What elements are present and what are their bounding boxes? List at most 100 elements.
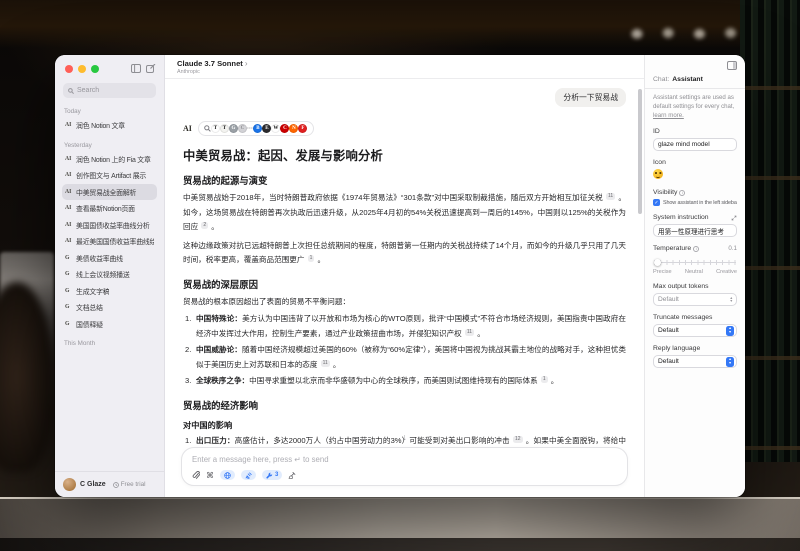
citation-badge[interactable]: 12 (513, 436, 523, 443)
toggle-sidebar-icon[interactable] (131, 64, 141, 73)
reply-language-select[interactable]: Default ▲▼ (653, 355, 737, 368)
sidebar-item-label: 文档总结 (76, 302, 103, 312)
citation-badge[interactable]: 11 (465, 329, 474, 336)
info-icon: i (693, 246, 699, 252)
composer-area: Enter a message here, press ↵ to send ⌘ (165, 445, 644, 497)
assistant-message-body: 中美贸易战：起因、发展与影响分析 贸易战的起源与演变 中美贸易战始于2018年，… (183, 146, 626, 445)
sidebar-item-label: 润色 Notion 上的 Fia 文章 (76, 154, 151, 164)
user-name: C Glaze (80, 481, 106, 488)
plugin-toggle[interactable] (241, 470, 256, 480)
system-instruction-input[interactable]: 用第一性原理进行思考 (653, 224, 737, 237)
search-input[interactable]: Search (63, 83, 156, 98)
numbered-list: 中国特殊论：美方认为中国违背了以开放和市场为核心的WTO原则，批评“中国模式”不… (183, 312, 626, 389)
temperature-slider[interactable] (654, 259, 736, 266)
max-tokens-label: Max output tokens (653, 283, 737, 290)
info-icon: i (679, 190, 685, 196)
citation-badge[interactable]: 11 (321, 360, 330, 367)
model-provider: Anthropic (177, 69, 632, 75)
gemini-logo-icon: G (65, 271, 73, 277)
anthropic-logo-icon: AI (65, 205, 73, 211)
sidebar: Search Today AI 润色 Notion 文章 Yesterday A… (55, 55, 165, 497)
close-button[interactable] (65, 65, 73, 73)
tab-assistant[interactable]: Assistant (672, 76, 703, 83)
sidebar-item[interactable]: G 国债释疑 (62, 316, 157, 333)
chevron-right-icon: › (245, 59, 248, 68)
sidebar-item-selected[interactable]: AI 中美贸易战全面解析 (62, 184, 157, 201)
citation-badge[interactable]: 2 (201, 222, 208, 229)
max-tokens-value: Default (658, 296, 679, 303)
learn-more-link[interactable]: learn more. (653, 112, 684, 119)
sidebar-item-label: 美国国债收益率曲线分析 (76, 220, 150, 230)
gemini-logo-icon: G (65, 255, 73, 261)
sidebar-item-label: 润色 Notion 文章 (76, 120, 125, 130)
account-row[interactable]: C Glaze Free trial (55, 471, 164, 497)
gemini-logo-icon: G (65, 321, 73, 327)
sidebar-item[interactable]: G 线上会议视频播送 (62, 266, 157, 283)
subsection-heading: 对中国的影响 (183, 419, 626, 431)
citation-badge[interactable]: 11 (606, 193, 615, 200)
checkbox-checked-icon[interactable]: ✓ (653, 199, 660, 206)
attachment-icon[interactable] (192, 471, 200, 480)
truncate-messages-select[interactable]: Default ▲▼ (653, 324, 737, 337)
zoom-button[interactable] (91, 65, 99, 73)
section-heading: 贸易战的深层原因 (183, 277, 626, 291)
clear-context-icon[interactable] (288, 471, 296, 480)
anthropic-logo-icon: AI (65, 222, 73, 228)
message-input[interactable]: Enter a message here, press ↵ to send ⌘ (181, 447, 628, 486)
command-icon[interactable]: ⌘ (206, 471, 214, 480)
conversation-list: Today AI 润色 Notion 文章 Yesterday AI 润色 No… (55, 100, 164, 471)
source-favicon: E (262, 124, 271, 133)
sidebar-item-label: 线上会议视频播送 (76, 269, 130, 279)
sidebar-item[interactable]: AI 最近美国国债收益率曲线绘... (62, 233, 157, 250)
section-label-yesterday: Yesterday (64, 142, 155, 149)
citation-badge[interactable]: 1 (541, 376, 548, 383)
paragraph: 贸易战的根本原因超出了表面的贸易不平衡问题： (183, 295, 626, 310)
sidebar-item[interactable]: AI 美国国债收益率曲线分析 (62, 217, 157, 234)
citation-badge[interactable]: 1 (308, 255, 315, 262)
assistant-message-header: AI T T G C ⋯ B E W C N (183, 121, 626, 136)
scroll-to-bottom-icon[interactable]: ↓ (402, 433, 407, 442)
sidebar-item[interactable]: AI 润色 Notion 上的 Fia 文章 (62, 151, 157, 168)
chat-header: Claude 3.7 Sonnet › Anthropic (165, 55, 644, 79)
user-message-bubble: 分析一下贸易战 (555, 88, 626, 107)
temperature-label: Temperature i 0.1 (653, 245, 737, 252)
sidebar-item[interactable]: G 文档总结 (62, 299, 157, 316)
sidebar-item[interactable]: G 美债收益率曲线 (62, 250, 157, 267)
minimize-button[interactable] (78, 65, 86, 73)
source-favicon: B (253, 124, 262, 133)
tools-count: 3 (275, 472, 278, 478)
panel-tabs: Chat: Assistant (645, 76, 745, 89)
new-chat-icon[interactable] (146, 64, 156, 73)
label-precise: Precise (653, 269, 672, 275)
sidebar-item[interactable]: AI 创作图文与 Artifact 展示 (62, 167, 157, 184)
section-heading: 贸易战的起源与演变 (183, 173, 626, 187)
sidebar-item[interactable]: AI 润色 Notion 文章 (62, 117, 157, 134)
max-tokens-select[interactable]: Default ▲▼ (653, 293, 737, 306)
anthropic-logo-icon: AI (65, 189, 73, 195)
model-selector[interactable]: Claude 3.7 Sonnet › (177, 59, 632, 68)
sidebar-item[interactable]: G 生成文字稿 (62, 283, 157, 300)
chat-transcript[interactable]: 分析一下贸易战 AI T T G C ⋯ B E (165, 79, 644, 445)
search-icon (68, 88, 74, 94)
assistant-icon-picker[interactable] (653, 169, 737, 181)
sidebar-item[interactable]: AI 查看最新Notion页面 (62, 200, 157, 217)
model-name: Claude 3.7 Sonnet (177, 59, 243, 68)
web-search-toggle[interactable] (220, 470, 235, 480)
expand-icon[interactable] (731, 215, 737, 221)
stepper-icon: ▲▼ (726, 326, 734, 336)
tools-toggle[interactable]: 3 (262, 470, 282, 480)
web-sources-chip[interactable]: T T G C ⋯ B E W C N F (198, 121, 315, 136)
anthropic-logo-icon: AI (65, 238, 73, 244)
toggle-right-panel-icon[interactable] (727, 61, 737, 70)
sidebar-item-label: 最近美国国债收益率曲线绘... (76, 236, 154, 246)
globe-icon (224, 472, 231, 479)
chat-scrollbar[interactable] (638, 89, 642, 214)
window-controls (55, 55, 164, 78)
visibility-checkbox-row[interactable]: ✓ Show assistant in the left sidebar (653, 199, 737, 206)
list-item: 中国威胁论：随着中国经济规模超过美国的60%（被称为“60%定律”），美国将中国… (183, 343, 626, 372)
id-input[interactable]: glaze mind model (653, 138, 737, 151)
plugin-icon (245, 472, 252, 479)
paragraph: 中美贸易战始于2018年，当时特朗普政府依据《1974年贸易法》“301条款”对… (183, 191, 626, 235)
wrench-icon (266, 472, 273, 479)
icon-label: Icon (653, 159, 737, 166)
